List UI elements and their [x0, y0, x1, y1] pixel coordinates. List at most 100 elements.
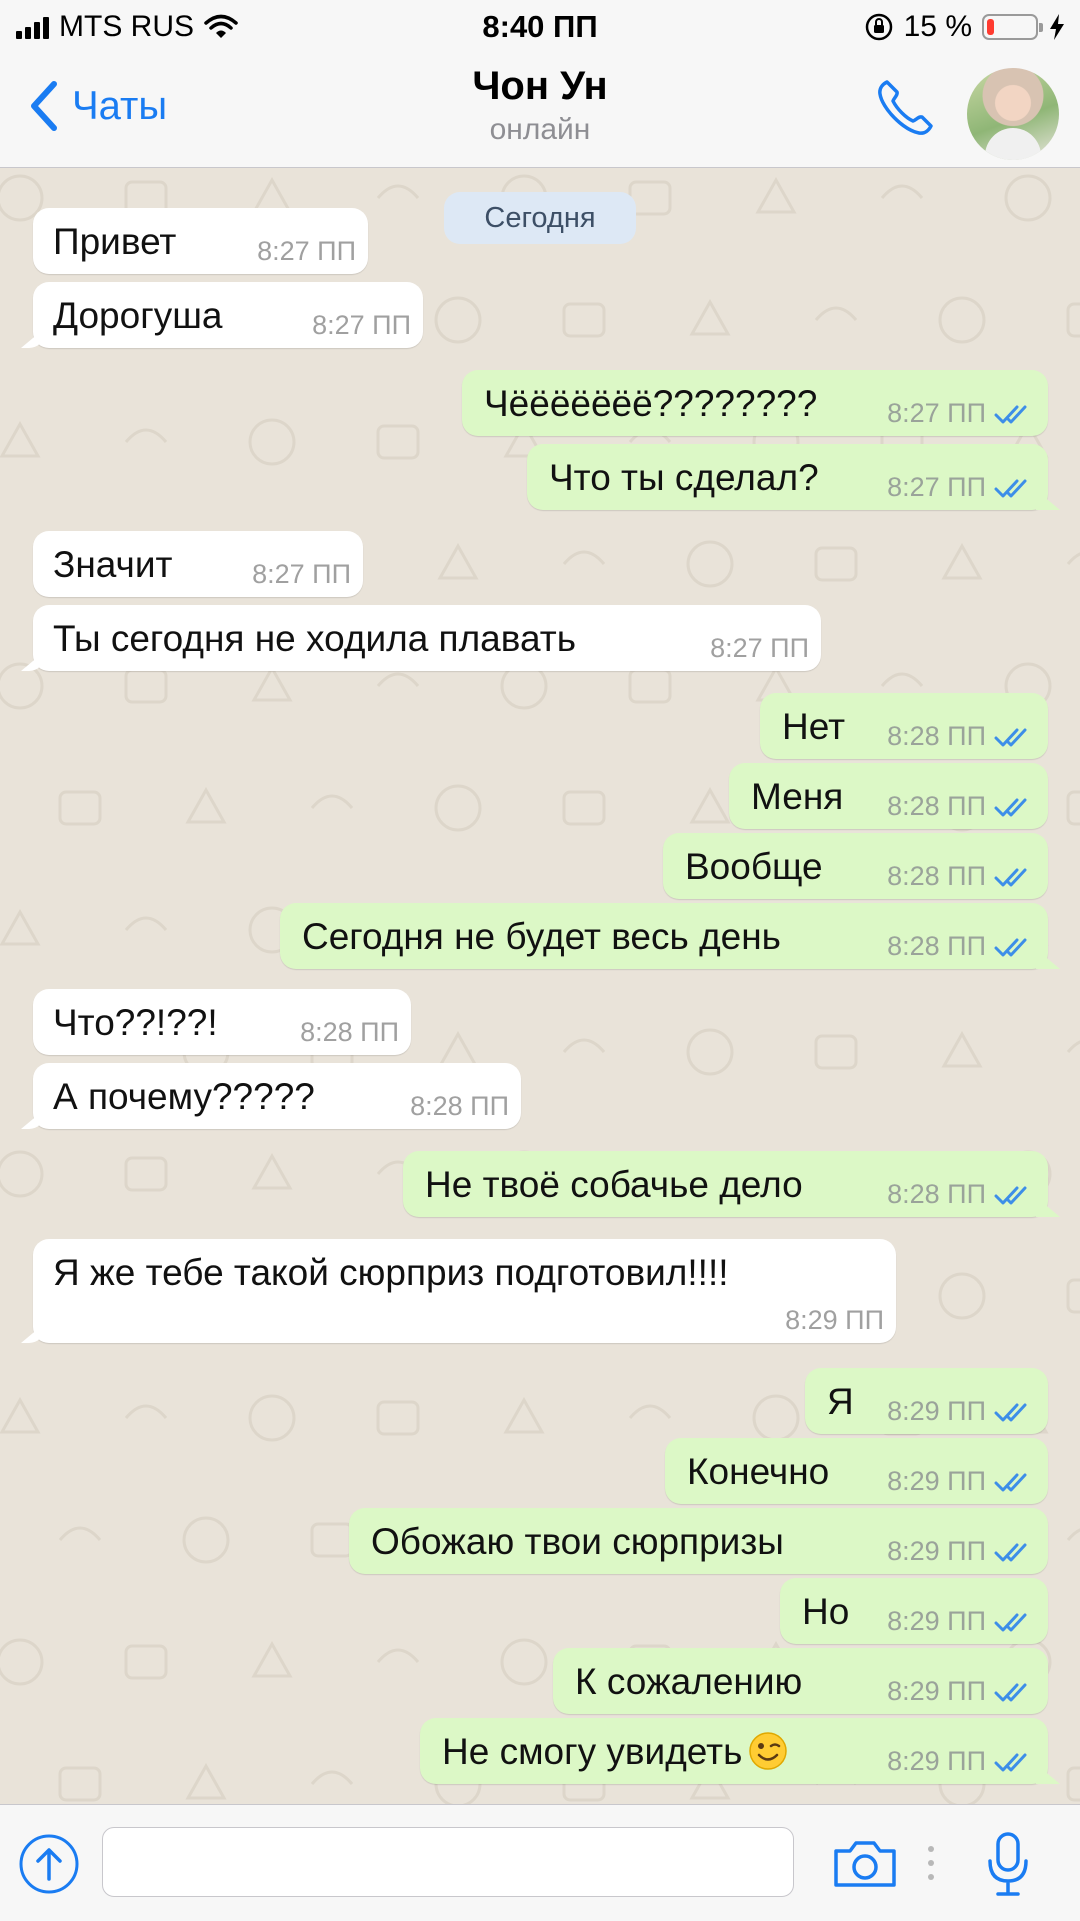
message-text: Чёёёёёёё????????	[484, 383, 818, 424]
message-meta: 8:28 ПП	[410, 1091, 509, 1122]
incoming-message[interactable]: А почему????? 8:28 ПП	[33, 1063, 521, 1129]
double-check-icon	[994, 938, 1027, 956]
message-input[interactable]	[102, 1827, 794, 1897]
double-check-icon	[994, 798, 1027, 816]
message-time: 8:28 ПП	[410, 1091, 509, 1121]
message-time: 8:27 ПП	[252, 559, 351, 589]
orientation-lock-icon	[865, 13, 892, 41]
outgoing-message[interactable]: Я 8:29 ПП	[805, 1368, 1048, 1434]
message-time: 8:29 ПП	[887, 1536, 986, 1566]
message-text: Но	[802, 1591, 850, 1632]
message-text: Конечно	[687, 1451, 830, 1492]
message-time: 8:29 ПП	[887, 1396, 986, 1426]
message-text: Не смогу увидеть	[442, 1731, 788, 1773]
outgoing-message[interactable]: Но 8:29 ПП	[780, 1578, 1048, 1644]
double-check-icon	[994, 479, 1027, 497]
double-check-icon	[994, 1683, 1027, 1701]
phone-icon[interactable]	[873, 76, 937, 140]
message-text: Значит	[53, 544, 173, 585]
message-meta: 8:27 ПП	[887, 472, 1036, 503]
outgoing-message[interactable]: К сожалению 8:29 ПП	[553, 1648, 1048, 1714]
outgoing-message[interactable]: Не смогу увидеть 8:29 ПП	[420, 1718, 1048, 1784]
message-meta: 8:27 ПП	[252, 559, 351, 590]
message-time: 8:28 ПП	[887, 861, 986, 891]
message-text: А почему?????	[53, 1076, 315, 1117]
microphone-icon[interactable]	[986, 1831, 1030, 1897]
double-check-icon	[994, 1186, 1027, 1204]
incoming-message[interactable]: Ты сегодня не ходила плавать 8:27 ПП	[33, 605, 821, 671]
outgoing-message[interactable]: Не твоё собачье дело 8:28 ПП	[403, 1151, 1048, 1217]
message-text: Я же тебе такой сюрприз подготовил!!!!	[53, 1252, 729, 1293]
message-text: Что ты сделал?	[549, 457, 819, 498]
outgoing-message[interactable]: Конечно 8:29 ПП	[665, 1438, 1048, 1504]
chat-area[interactable]: Сегодня Привет 8:27 ПП Дорогуша 8:27 ПП Чёёё…	[0, 168, 1080, 1804]
message-text: Что??!??!	[53, 1002, 218, 1043]
double-check-icon	[994, 1543, 1027, 1561]
message-meta: 8:29 ПП	[887, 1676, 1036, 1707]
message-time: 8:29 ПП	[887, 1466, 986, 1496]
message-meta: 8:29 ПП	[887, 1606, 1036, 1637]
message-time: 8:28 ПП	[887, 931, 986, 961]
double-check-icon	[994, 1473, 1027, 1491]
message-text: Вообще	[685, 846, 823, 887]
message-text: Сегодня не будет весь день	[302, 916, 781, 957]
message-meta: 8:27 ПП	[312, 310, 411, 341]
message-time: 8:28 ПП	[887, 791, 986, 821]
battery-percent: 15 %	[903, 10, 972, 43]
incoming-message[interactable]: Значит 8:27 ПП	[33, 531, 363, 597]
message-time: 8:27 ПП	[312, 310, 411, 340]
message-time: 8:27 ПП	[257, 236, 356, 266]
double-check-icon	[994, 405, 1027, 423]
outgoing-message[interactable]: Что ты сделал? 8:27 ПП	[527, 444, 1048, 510]
message-time: 8:27 ПП	[710, 633, 809, 663]
battery-fill	[987, 19, 994, 35]
outgoing-message[interactable]: Меня 8:28 ПП	[729, 763, 1048, 829]
message-meta: 8:28 ПП	[887, 791, 1036, 822]
message-meta: 8:29 ПП	[785, 1305, 884, 1336]
message-text: Ты сегодня не ходила плавать	[53, 618, 576, 659]
double-check-icon	[994, 868, 1027, 886]
message-time: 8:28 ПП	[887, 721, 986, 751]
outgoing-message[interactable]: Нет 8:28 ПП	[760, 693, 1048, 759]
outgoing-message[interactable]: Чёёёёёёё???????? 8:27 ПП	[462, 370, 1048, 436]
winking-face-emoji	[749, 1732, 788, 1770]
day-separator: Сегодня	[444, 192, 636, 244]
message-time: 8:29 ПП	[887, 1606, 986, 1636]
double-check-icon	[994, 728, 1027, 746]
message-text: Обожаю твои сюрпризы	[371, 1521, 784, 1562]
more-dots-icon[interactable]	[927, 1843, 935, 1883]
message-time: 8:27 ПП	[887, 398, 986, 428]
double-check-icon	[994, 1403, 1027, 1421]
double-check-icon	[994, 1753, 1027, 1771]
avatar[interactable]	[967, 68, 1059, 160]
message-time: 8:28 ПП	[887, 1179, 986, 1209]
message-meta: 8:27 ПП	[710, 633, 809, 664]
chat-header: Чаты Чон Ун онлайн	[0, 54, 1080, 168]
outgoing-message[interactable]: Сегодня не будет весь день 8:28 ПП	[280, 903, 1048, 969]
message-text: Меня	[751, 776, 844, 817]
message-time: 8:29 ПП	[887, 1676, 986, 1706]
status-bar: MTS RUS 8:40 ПП 15 %	[0, 0, 1080, 54]
camera-icon[interactable]	[832, 1839, 898, 1889]
charging-bolt-icon	[1050, 14, 1064, 40]
message-time: 8:29 ПП	[887, 1746, 986, 1776]
message-text: Дорогуша	[53, 295, 223, 336]
attach-icon[interactable]	[18, 1833, 80, 1895]
message-time: 8:29 ПП	[785, 1305, 884, 1335]
double-check-icon	[994, 1613, 1027, 1631]
outgoing-message[interactable]: Обожаю твои сюрпризы 8:29 ПП	[349, 1508, 1048, 1574]
message-text: К сожалению	[575, 1661, 803, 1702]
message-meta: 8:28 ПП	[300, 1017, 399, 1048]
incoming-message[interactable]: Что??!??! 8:28 ПП	[33, 989, 411, 1055]
incoming-message[interactable]: Я же тебе такой сюрприз подготовил!!!! 8:…	[33, 1239, 896, 1343]
input-bar	[0, 1804, 1080, 1921]
message-text: Не твоё собачье дело	[425, 1164, 803, 1205]
battery-icon	[982, 14, 1043, 40]
message-text: Я	[827, 1381, 854, 1422]
incoming-message[interactable]: Привет 8:27 ПП	[33, 208, 368, 274]
outgoing-message[interactable]: Вообще 8:28 ПП	[663, 833, 1048, 899]
message-meta: 8:28 ПП	[887, 721, 1036, 752]
message-meta: 8:27 ПП	[887, 398, 1036, 429]
message-meta: 8:27 ПП	[257, 236, 356, 267]
incoming-message[interactable]: Дорогуша 8:27 ПП	[33, 282, 423, 348]
